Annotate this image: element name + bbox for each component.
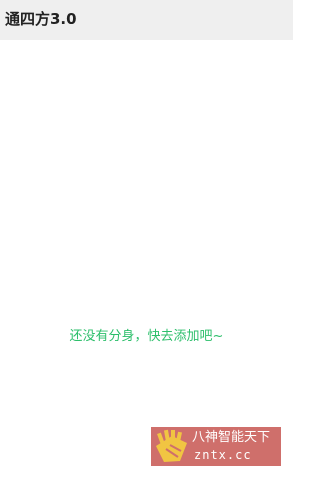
watermark-url: zntx.cc [194,448,252,462]
site-watermark: 八神智能天下 zntx.cc [151,427,281,466]
watermark-title: 八神智能天下 [192,430,271,445]
app-title: 通四方3.0 [5,10,77,28]
hand-logo-icon [156,429,187,462]
app-screen: 通四方3.0 还没有分身，快去添加吧~ 八神智能天下 zntx.cc [0,0,293,479]
empty-state-message: 还没有分身，快去添加吧~ [69,329,224,344]
title-bar: 通四方3.0 [0,0,293,40]
